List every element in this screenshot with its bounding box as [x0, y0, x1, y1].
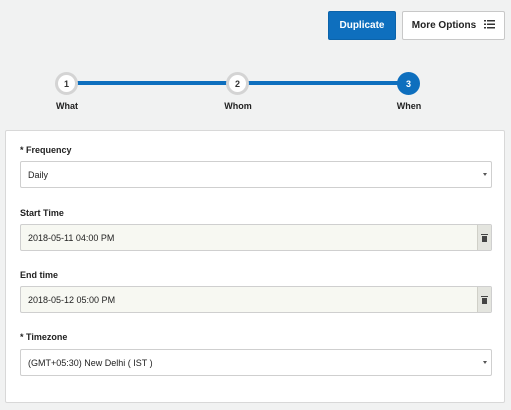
trash-icon [481, 295, 488, 304]
step-1-label: What [56, 101, 78, 111]
start-time-input[interactable]: 2018-05-11 04:00 PM [20, 224, 492, 251]
start-time-clear-button[interactable] [477, 225, 491, 250]
timezone-select[interactable]: (GMT+05:30) New Delhi ( IST ) [20, 349, 492, 376]
more-options-label: More Options [411, 20, 477, 31]
wizard-stepper: 1 What 2 Whom 3 When [0, 60, 511, 120]
step-2-number: 2 [234, 78, 240, 89]
end-time-label: End time [20, 270, 59, 280]
more-options-button[interactable]: More Options [402, 11, 505, 40]
timezone-value: (GMT+05:30) New Delhi ( IST ) [28, 357, 153, 368]
duplicate-button[interactable]: Duplicate [328, 11, 396, 40]
step-3-number: 3 [405, 78, 411, 89]
start-time-label: Start Time [20, 208, 64, 218]
list-icon [484, 19, 496, 32]
chevron-down-icon [483, 173, 487, 176]
step-1-circle[interactable]: 1 [55, 72, 78, 95]
step-3-circle[interactable]: 3 [397, 72, 420, 95]
start-time-value: 2018-05-11 04:00 PM [28, 232, 115, 243]
step-3-label: When [396, 101, 422, 111]
frequency-select[interactable]: Daily [20, 161, 492, 188]
chevron-down-icon [483, 361, 487, 364]
trash-icon [481, 233, 488, 242]
timezone-label: * Timezone [20, 332, 68, 342]
step-2-circle[interactable]: 2 [226, 72, 249, 95]
step-1-number: 1 [63, 78, 69, 89]
schedule-form-panel: * Frequency Daily Start Time 2018-05-11 … [5, 130, 505, 403]
step-2-label: Whom [224, 101, 252, 111]
frequency-value: Daily [28, 169, 49, 180]
frequency-label: * Frequency [20, 145, 72, 155]
end-time-value: 2018-05-12 05:00 PM [28, 294, 116, 305]
duplicate-button-label: Duplicate [339, 20, 385, 31]
end-time-input[interactable]: 2018-05-12 05:00 PM [20, 286, 492, 313]
end-time-clear-button[interactable] [477, 287, 491, 312]
